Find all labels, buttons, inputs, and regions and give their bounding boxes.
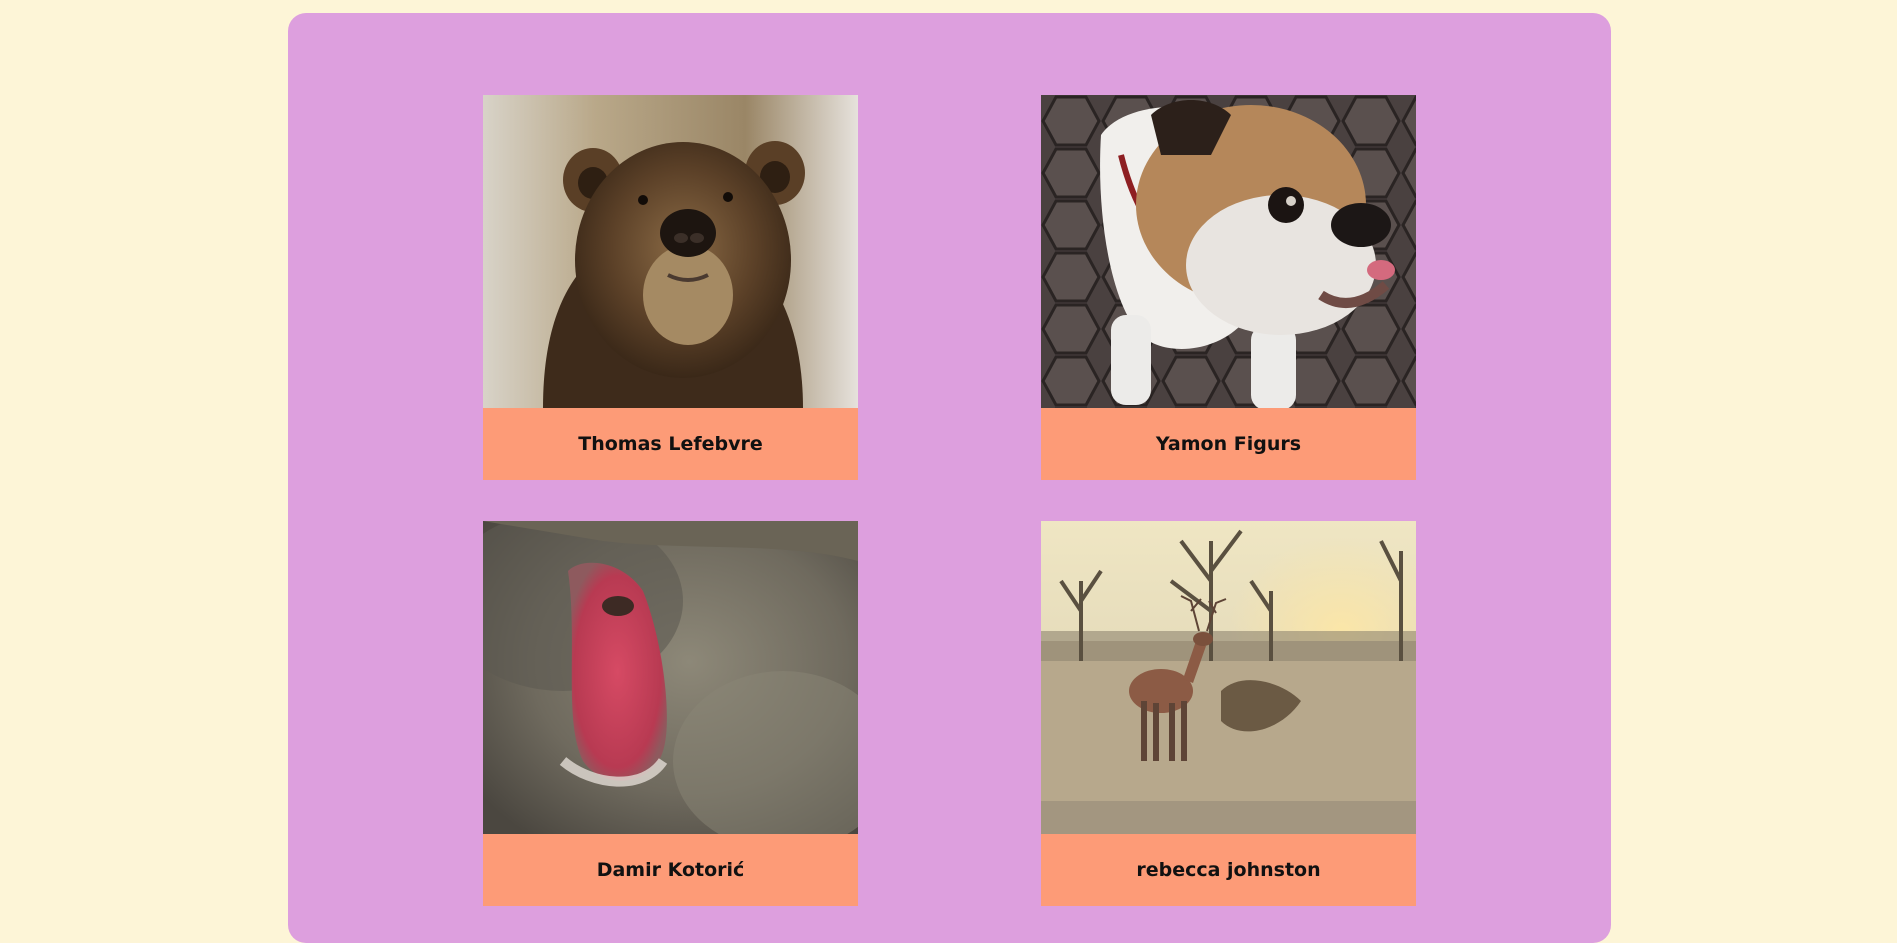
macaque-photo[interactable] — [483, 521, 858, 834]
photographer-name: Thomas Lefebvre — [483, 408, 858, 480]
photographer-name: Yamon Figurs — [1041, 408, 1416, 480]
photographer-name: rebecca johnston — [1041, 834, 1416, 906]
bulldog-photo[interactable] — [1041, 95, 1416, 408]
brown-bear-photo[interactable] — [483, 95, 858, 408]
gallery-card[interactable]: Damir Kotorić — [483, 521, 858, 906]
gallery-card[interactable]: Thomas Lefebvre — [483, 95, 858, 480]
gallery-card[interactable]: Yamon Figurs — [1041, 95, 1416, 480]
gallery-card[interactable]: rebecca johnston — [1041, 521, 1416, 906]
photographer-name: Damir Kotorić — [483, 834, 858, 906]
deer-photo[interactable] — [1041, 521, 1416, 834]
